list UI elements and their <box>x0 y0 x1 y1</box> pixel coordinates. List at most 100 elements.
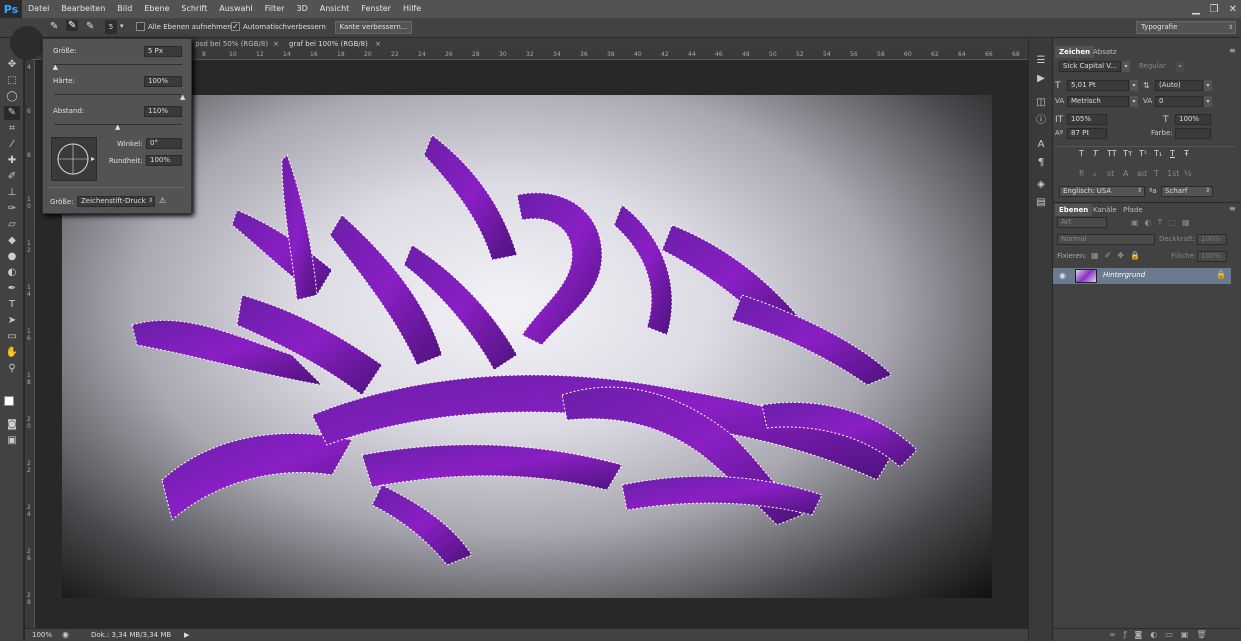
faux-italic-button[interactable]: T <box>1093 149 1098 158</box>
dodge-tool-icon[interactable]: ◐ <box>4 266 20 280</box>
size-slider[interactable] <box>53 63 183 66</box>
layer-name[interactable]: Hintergrund <box>1103 271 1145 279</box>
menu-3d[interactable]: 3D <box>291 0 314 18</box>
language-select[interactable]: Englisch: USA <box>1059 186 1145 197</box>
zoom-level[interactable]: 100% <box>32 631 52 639</box>
chevron-down-icon[interactable]: ▾ <box>120 22 124 30</box>
panel-menu-icon[interactable]: ≡ <box>1229 46 1236 55</box>
menu-auswahl[interactable]: Auswahl <box>213 0 258 18</box>
doc-tab-psd[interactable]: .psd bei 50% (RGB/8) <box>193 38 268 50</box>
tracking-field[interactable]: 0 <box>1155 96 1203 107</box>
all-caps-button[interactable]: TT <box>1107 149 1117 158</box>
layer-filter-icons[interactable]: ▣◐T⬚▦ <box>1131 218 1196 227</box>
layer-action-icons[interactable]: ∞ƒ◙◐▭▣🗑 <box>1109 630 1215 639</box>
blur-tool-icon[interactable]: ● <box>4 250 20 264</box>
leading-field[interactable]: (Auto) <box>1155 80 1203 91</box>
chevron-down-icon[interactable]: ▾ <box>1176 61 1184 72</box>
lasso-tool-icon[interactable]: ◯ <box>4 90 20 104</box>
underline-button[interactable]: T <box>1170 149 1175 158</box>
close-button[interactable]: ✕ <box>1229 4 1237 15</box>
rectangle-tool-icon[interactable]: ▭ <box>4 330 20 344</box>
channels-icon[interactable]: ▤ <box>1034 196 1048 210</box>
hardness-slider[interactable] <box>53 93 183 96</box>
hardness-slider-handle[interactable]: ▲ <box>180 93 185 101</box>
small-caps-button[interactable]: Tт <box>1123 149 1133 158</box>
ornaments-button[interactable]: T <box>1154 169 1159 178</box>
tab-absatz[interactable]: Absatz <box>1089 46 1121 58</box>
eraser-tool-icon[interactable]: ▱ <box>4 218 20 232</box>
eyedropper-tool-icon[interactable]: ⁄ <box>4 138 20 152</box>
kerning-select[interactable]: Metrisch <box>1067 96 1129 107</box>
menu-datei[interactable]: Datei <box>22 0 55 18</box>
opacity-field[interactable]: 100% <box>1197 234 1227 245</box>
adjustments-icon[interactable]: ◫ <box>1034 96 1048 110</box>
size-slider-handle[interactable]: ▲ <box>53 63 58 71</box>
subtract-selection-brush-icon[interactable]: ✎ <box>86 21 94 32</box>
size-field[interactable]: 5 Px <box>144 46 182 57</box>
healing-brush-tool-icon[interactable]: ✚ <box>4 154 20 168</box>
chevron-down-icon[interactable]: ▾ <box>1130 96 1138 107</box>
layers-icon[interactable]: ◈ <box>1034 178 1048 192</box>
font-family-select[interactable]: Sick Capital V... <box>1059 61 1121 72</box>
status-arrow-icon[interactable]: ▶ <box>184 631 189 639</box>
document-canvas[interactable] <box>62 95 992 598</box>
chevron-down-icon[interactable]: ▾ <box>1204 96 1212 107</box>
fill-field[interactable]: 100% <box>1197 251 1227 262</box>
close-icon[interactable]: × <box>273 38 279 50</box>
paragraph-panel-icon[interactable]: ¶ <box>1034 156 1048 170</box>
history-icon[interactable]: ☰ <box>1034 54 1048 68</box>
eye-icon[interactable]: ◉ <box>1059 271 1066 280</box>
refine-edge-button[interactable]: Kante verbessern... <box>335 21 412 34</box>
superscript-button[interactable]: T¹ <box>1139 149 1147 158</box>
roundness-field[interactable]: 100% <box>146 155 182 166</box>
lock-icons[interactable]: ▦✐✥🔒 <box>1091 251 1146 260</box>
layer-row[interactable]: ◉ Hintergrund 🔒 <box>1053 268 1231 284</box>
menu-filter[interactable]: Filter <box>259 0 291 18</box>
menu-fenster[interactable]: Fenster <box>355 0 397 18</box>
info-icon[interactable]: ⓘ <box>1034 114 1048 128</box>
actions-play-icon[interactable]: ▶ <box>1034 72 1048 86</box>
ordinals-button[interactable]: 1st <box>1167 169 1179 178</box>
doc-tab-graf[interactable]: graf bei 100% (RGB/8) <box>289 38 368 50</box>
panel-menu-icon[interactable]: ≡ <box>1229 204 1236 213</box>
baseline-shift-field[interactable]: 87 Pt <box>1067 128 1107 139</box>
menu-bearbeiten[interactable]: Bearbeiten <box>55 0 111 18</box>
chevron-down-icon[interactable]: ▾ <box>1130 80 1138 91</box>
type-tool-icon[interactable]: T <box>4 298 20 312</box>
menu-schrift[interactable]: Schrift <box>175 0 213 18</box>
spacing-field[interactable]: 110% <box>144 106 182 117</box>
sample-all-layers-checkbox[interactable] <box>136 22 145 31</box>
brush-tool-icon[interactable]: ✐ <box>4 170 20 184</box>
brush-size-picker[interactable]: 5 <box>105 20 117 34</box>
blend-mode-select[interactable]: Normal <box>1057 234 1155 245</box>
hardness-field[interactable]: 100% <box>144 76 182 87</box>
zoom-tool-icon[interactable]: ⚲ <box>4 362 20 376</box>
layer-filter-select[interactable]: Art <box>1057 217 1107 228</box>
swash-button[interactable]: st <box>1107 169 1114 178</box>
marquee-tool-icon[interactable]: ⬚ <box>4 74 20 88</box>
menu-ebene[interactable]: Ebene <box>138 0 175 18</box>
menu-bild[interactable]: Bild <box>111 0 138 18</box>
paint-bucket-tool-icon[interactable]: ◆ <box>4 234 20 248</box>
clone-stamp-tool-icon[interactable]: ⊥ <box>4 186 20 200</box>
chevron-down-icon[interactable]: ▾ <box>1122 61 1130 72</box>
move-tool-icon[interactable]: ✥ <box>4 58 20 72</box>
foreground-color-swatch[interactable] <box>4 396 14 406</box>
new-selection-brush-icon[interactable]: ✎ <box>50 21 58 32</box>
auto-enhance-checkbox[interactable]: ✓ <box>231 22 240 31</box>
crop-tool-icon[interactable]: ⌗ <box>4 122 20 136</box>
pen-tool-icon[interactable]: ✒ <box>4 282 20 296</box>
menu-ansicht[interactable]: Ansicht <box>314 0 356 18</box>
subscript-button[interactable]: T₁ <box>1154 149 1162 158</box>
workspace-select[interactable]: Typografie <box>1136 21 1236 34</box>
stylistic-alternates-button[interactable]: A <box>1123 169 1128 178</box>
quick-selection-tool-icon[interactable]: ✎ <box>4 106 20 120</box>
horizontal-scale-field[interactable]: 100% <box>1175 114 1211 125</box>
quick-mask-icon[interactable]: ◙ <box>4 418 20 432</box>
chevron-down-icon[interactable]: ▾ <box>1204 80 1212 91</box>
brush-angle-preview[interactable] <box>51 137 97 181</box>
close-icon[interactable]: × <box>375 38 381 50</box>
spacing-slider-handle[interactable]: ▲ <box>115 123 120 131</box>
font-size-field[interactable]: 5,01 Pt <box>1067 80 1129 91</box>
menu-hilfe[interactable]: Hilfe <box>397 0 427 18</box>
